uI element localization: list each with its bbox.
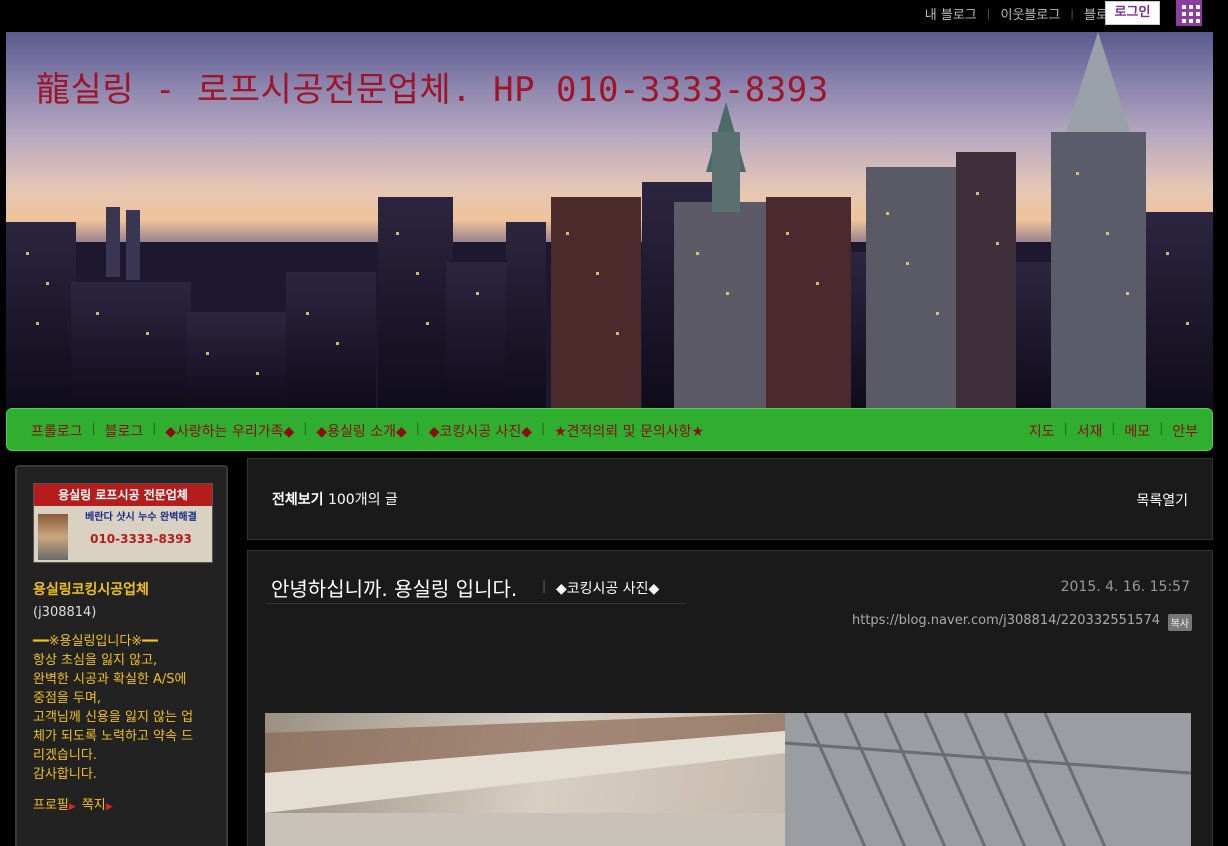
top-bar: 내 블로그 | 이웃블로그 | 블로그 홈 로그인 xyxy=(0,0,1228,28)
separator: | xyxy=(542,579,547,593)
post-photo[interactable] xyxy=(265,713,1191,846)
separator: | xyxy=(152,421,157,435)
post-date: 2015. 4. 16. 15:57 xyxy=(1060,579,1190,595)
separator: | xyxy=(91,421,96,435)
separator: | xyxy=(415,421,420,435)
open-list-button[interactable]: 목록열기 xyxy=(1136,490,1188,510)
nav-prologue[interactable]: 프롤로그 xyxy=(31,421,83,441)
message-link[interactable]: 쪽지▶ xyxy=(82,794,113,813)
nav-inquiry[interactable]: ★견적의뢰 및 문의사항★ xyxy=(554,421,704,441)
nav-library[interactable]: 서재 xyxy=(1077,421,1103,441)
post-list-header: 전체보기 100개의 글 목록열기 xyxy=(247,458,1213,540)
separator: | xyxy=(1070,7,1075,20)
post-url[interactable]: https://blog.naver.com/j308814/220332551… xyxy=(852,613,1160,628)
arrow-right-icon: ▶ xyxy=(105,802,113,812)
profile-id: (j308814) xyxy=(33,605,97,620)
my-blog-link[interactable]: 내 블로그 xyxy=(925,4,977,23)
separator: | xyxy=(1111,421,1116,435)
profile-image[interactable]: 용실링 로프시공 전문업체 베란다 샷시 누수 완벽해결 010-3333-83… xyxy=(33,483,213,563)
apps-grid-icon[interactable] xyxy=(1176,0,1202,26)
window-frame-photo xyxy=(265,713,1191,846)
post-title[interactable]: 안녕하십니까. 용실링 입니다. xyxy=(271,573,517,602)
separator: | xyxy=(1159,421,1164,435)
profile-image-line1: 용실링 로프시공 전문업체 xyxy=(34,484,212,506)
blog-title[interactable]: 龍실링 - 로프시공전문업체. HP 010-3333-8393 xyxy=(36,62,829,111)
worker-photo xyxy=(38,514,68,560)
post-count: 100개의 글 xyxy=(327,492,398,508)
post-card: 안녕하십니까. 용실링 입니다. | ◆코킹시공 사진◆ 2015. 4. 16… xyxy=(247,550,1213,846)
profile-description: ━━※용실링입니다※━━ 항상 초심을 잃지 않고, 완벽한 시공과 확실한 A… xyxy=(33,634,194,782)
nav-photos[interactable]: ◆코킹시공 사진◆ xyxy=(429,421,532,441)
nav-right: 지도 | 서재 | 메모 | 안부 xyxy=(1029,421,1198,441)
separator: | xyxy=(1063,421,1068,435)
neighbor-blog-link[interactable]: 이웃블로그 xyxy=(1000,4,1060,23)
profile-link[interactable]: 프로필▶ xyxy=(33,794,76,813)
header-banner: 龍실링 - 로프시공전문업체. HP 010-3333-8393 xyxy=(6,32,1213,408)
separator: | xyxy=(986,7,991,20)
arrow-right-icon: ▶ xyxy=(68,802,76,812)
nav-intro[interactable]: ◆용실링 소개◆ xyxy=(316,421,406,441)
nav-map[interactable]: 지도 xyxy=(1029,421,1055,441)
nav-guestbook[interactable]: 안부 xyxy=(1172,421,1198,441)
nav-blog[interactable]: 블로그 xyxy=(105,421,144,441)
nav-memo[interactable]: 메모 xyxy=(1124,421,1150,441)
login-button[interactable]: 로그인 xyxy=(1105,1,1160,25)
profile-sidebar: 용실링 로프시공 전문업체 베란다 샷시 누수 완벽해결 010-3333-83… xyxy=(15,465,228,846)
separator: | xyxy=(541,421,546,435)
profile-links: 프로필▶ 쪽지▶ xyxy=(33,794,210,813)
profile-name[interactable]: 용실링코킹시공업체 xyxy=(33,579,210,599)
profile-image-line2: 베란다 샷시 누수 완벽해결 xyxy=(85,512,197,523)
all-posts-label[interactable]: 전체보기 100개의 글 xyxy=(272,489,398,509)
profile-image-line3: 010-3333-8393 xyxy=(90,532,192,546)
divider xyxy=(266,603,686,604)
post-category[interactable]: ◆코킹시공 사진◆ xyxy=(556,578,659,598)
separator: | xyxy=(303,421,308,435)
copy-url-button[interactable]: 복사 xyxy=(1167,614,1192,631)
nav-family[interactable]: ◆사랑하는 우리가족◆ xyxy=(165,421,294,441)
category-nav: 프롤로그 | 블로그 | ◆사랑하는 우리가족◆ | ◆용실링 소개◆ | ◆코… xyxy=(6,408,1213,451)
nav-left: 프롤로그 | 블로그 | ◆사랑하는 우리가족◆ | ◆용실링 소개◆ | ◆코… xyxy=(31,421,704,441)
